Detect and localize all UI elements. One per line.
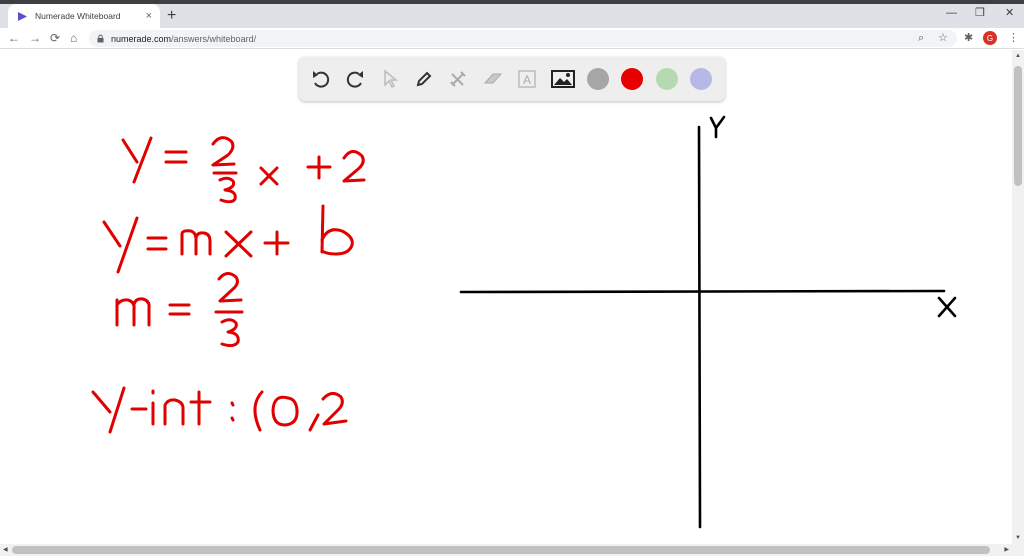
- text-button[interactable]: A: [515, 67, 539, 91]
- redo-button[interactable]: [343, 67, 367, 91]
- vertical-scrollbar[interactable]: ▲ ▼: [1012, 50, 1024, 544]
- undo-button[interactable]: [309, 67, 333, 91]
- back-button[interactable]: ←: [8, 31, 20, 45]
- browser-menu-icon[interactable]: ⋮: [1008, 31, 1019, 45]
- horizontal-scroll-thumb[interactable]: [12, 546, 990, 554]
- browser-tab[interactable]: Numerade Whiteboard ×: [8, 4, 160, 28]
- tab-strip: Numerade Whiteboard × + — ❐ ✕: [0, 0, 1024, 28]
- pointer-icon: [384, 69, 399, 89]
- new-tab-button[interactable]: +: [167, 8, 176, 24]
- equation-line-4: [91, 386, 348, 434]
- color-swatch-green[interactable]: [656, 68, 678, 90]
- x-axis-label: [937, 296, 957, 318]
- scroll-up-arrow-icon[interactable]: ▲: [1015, 53, 1021, 59]
- url-path: /answers/whiteboard/: [171, 33, 257, 44]
- y-axis-line: [697, 125, 702, 529]
- window-close-button[interactable]: ✕: [1005, 6, 1014, 20]
- drawing-toolbar: A: [299, 57, 725, 101]
- x-axis-line: [459, 289, 946, 294]
- text-tool-glyph: A: [523, 73, 531, 87]
- tab-title: Numerade Whiteboard: [35, 11, 121, 21]
- equation-line-1: [121, 136, 366, 204]
- y-axis-label: [709, 115, 726, 139]
- zoom-icon[interactable]: ⌕: [918, 31, 924, 45]
- eraser-button[interactable]: [481, 67, 505, 91]
- image-icon: [551, 70, 575, 88]
- home-button[interactable]: ⌂: [70, 31, 77, 45]
- undo-icon: [313, 71, 330, 88]
- tools-icon: [450, 71, 466, 87]
- pen-icon: [416, 71, 432, 87]
- image-button[interactable]: [551, 67, 575, 91]
- tools-button[interactable]: [446, 67, 470, 91]
- scroll-right-arrow-icon[interactable]: ▶: [1004, 546, 1009, 553]
- profile-avatar[interactable]: G: [983, 31, 997, 45]
- tab-close-icon[interactable]: ×: [146, 10, 152, 22]
- whiteboard-canvas[interactable]: [0, 50, 1012, 544]
- url-host: numerade.com: [111, 33, 172, 44]
- vertical-scroll-thumb[interactable]: [1014, 66, 1022, 186]
- handwritten-equations: [91, 136, 366, 434]
- eraser-icon: [483, 73, 503, 84]
- restore-button[interactable]: ❐: [975, 6, 985, 20]
- color-swatch-red[interactable]: [621, 68, 643, 90]
- url-text: numerade.com/answers/whiteboard/: [111, 34, 256, 44]
- equation-line-2: [102, 204, 354, 274]
- text-icon: A: [518, 70, 536, 88]
- address-toolbar: ← → ⟳ ⌂ numerade.com/answers/whiteboard/…: [0, 28, 1024, 49]
- extensions-icon[interactable]: ✱: [964, 31, 973, 45]
- color-swatch-purple[interactable]: [690, 68, 712, 90]
- lock-icon: [97, 34, 104, 43]
- reload-button[interactable]: ⟳: [50, 31, 60, 45]
- numerade-favicon-icon: [16, 10, 28, 22]
- bookmark-star-icon[interactable]: ☆: [938, 31, 948, 45]
- color-swatch-gray[interactable]: [587, 68, 609, 90]
- scroll-left-arrow-icon[interactable]: ◀: [3, 546, 8, 553]
- forward-button[interactable]: →: [29, 31, 41, 45]
- pen-button[interactable]: [412, 67, 436, 91]
- minimize-button[interactable]: —: [946, 6, 957, 20]
- pointer-button[interactable]: [378, 67, 402, 91]
- redo-icon: [346, 71, 363, 88]
- scroll-down-arrow-icon[interactable]: ▼: [1015, 535, 1021, 541]
- equation-line-3: [115, 272, 244, 348]
- coordinate-axes: [459, 115, 957, 529]
- url-bar[interactable]: numerade.com/answers/whiteboard/: [89, 30, 957, 47]
- horizontal-scrollbar[interactable]: ◀ ▶: [0, 544, 1024, 556]
